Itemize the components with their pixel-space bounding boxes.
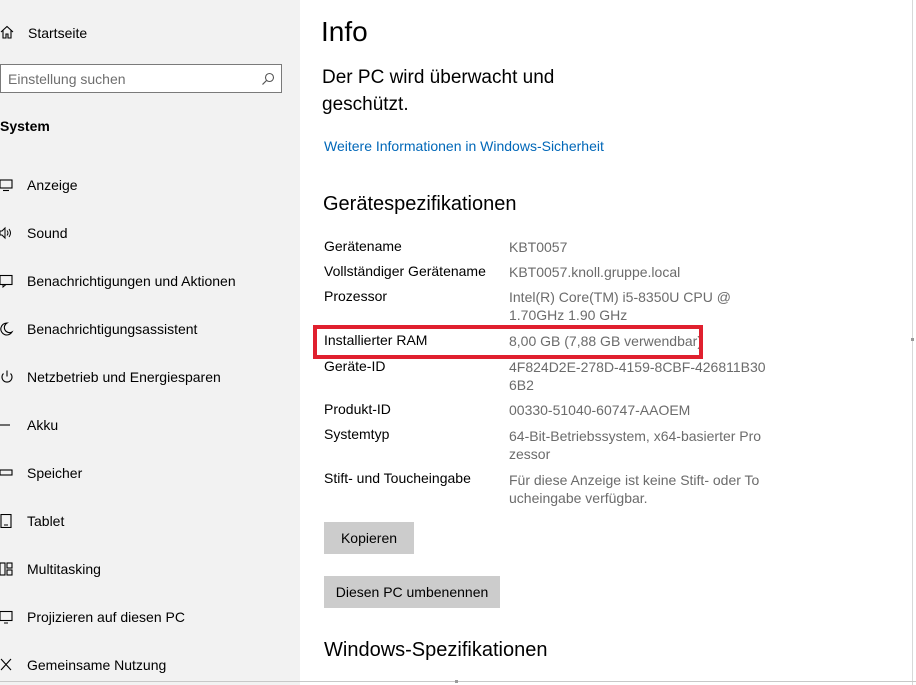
sidebar-item-label: Projizieren auf diesen PC xyxy=(27,609,185,625)
sidebar-item-label: Netzbetrieb und Energiesparen xyxy=(27,369,221,385)
sidebar-item-benachrichtigungen[interactable]: Benachrichtigungen und Aktionen xyxy=(0,266,300,296)
sidebar-item-label: Multitasking xyxy=(27,561,101,577)
spec-value: KBT0057 xyxy=(509,239,568,255)
battery-icon xyxy=(0,424,10,426)
sidebar-item-tablet[interactable]: Tablet xyxy=(0,506,300,536)
sidebar-item-label: Startseite xyxy=(28,25,88,41)
sidebar-item-multitasking[interactable]: Multitasking xyxy=(0,554,300,584)
windows-specs-heading: Windows-Spezifikationen xyxy=(324,639,548,661)
sidebar-item-label: Anzeige xyxy=(27,177,78,193)
main-content: Info Der PC wird überwacht und geschützt… xyxy=(300,0,912,685)
protection-status: Der PC wird überwacht und geschützt. xyxy=(322,67,555,115)
sidebar-item-label: Benachrichtigungen und Aktionen xyxy=(27,273,236,289)
sidebar-item-label: Speicher xyxy=(27,465,83,481)
spec-label: Produkt-ID xyxy=(324,401,391,417)
sidebar-item-assistent[interactable]: Benachrichtigungsassistent xyxy=(0,314,300,344)
spec-value: 64-Bit-Betriebssystem, x64-basierter Pro… xyxy=(509,428,762,462)
copy-button[interactable]: Kopieren xyxy=(324,522,414,554)
spec-value: Für diese Anzeige ist keine Stift- oder … xyxy=(509,472,760,506)
share-icon xyxy=(0,658,12,671)
spec-value: 00330-51040-60747-AAOEM xyxy=(509,402,691,418)
speaker-icon xyxy=(0,226,11,240)
sidebar-item-label: Akku xyxy=(27,417,59,433)
spec-label: Prozessor xyxy=(324,288,388,304)
display-icon xyxy=(0,179,13,192)
sidebar-item-akku[interactable]: Akku xyxy=(0,410,300,440)
sidebar-item-label: Sound xyxy=(27,225,68,241)
resize-handle[interactable] xyxy=(455,680,458,683)
tablet-icon xyxy=(0,514,12,528)
search-input[interactable]: Einstellung suchen xyxy=(0,64,282,93)
page-title: Info xyxy=(321,16,368,47)
multitasking-icon xyxy=(0,562,13,576)
storage-icon xyxy=(0,469,13,476)
project-icon xyxy=(0,610,13,624)
spec-label: Systemtyp xyxy=(324,426,390,442)
spec-label: Vollständiger Gerätename xyxy=(324,263,486,279)
sidebar-item-home[interactable]: Startseite xyxy=(0,20,300,46)
sidebar-item-projizieren[interactable]: Projizieren auf diesen PC xyxy=(0,602,300,632)
sidebar-item-label: Tablet xyxy=(27,513,65,529)
rename-pc-button[interactable]: Diesen PC umbenennen xyxy=(324,576,500,608)
sidebar-item-speicher[interactable]: Speicher xyxy=(0,458,300,488)
sidebar-item-label: Benachrichtigungsassistent xyxy=(27,321,198,337)
power-icon xyxy=(1,370,13,383)
window-bottom-edge xyxy=(0,681,916,682)
search-icon[interactable] xyxy=(261,72,275,86)
spec-value: 4F824D2E-278D-4159-8CBF-426811B306B2 xyxy=(509,359,766,393)
notification-icon xyxy=(0,274,13,288)
sidebar-item-anzeige[interactable]: Anzeige xyxy=(0,170,300,200)
home-icon xyxy=(0,25,14,39)
sidebar-item-gemeinsame-nutzung[interactable]: Gemeinsame Nutzung xyxy=(0,650,300,680)
resize-handle[interactable] xyxy=(911,338,914,341)
ram-highlight-box xyxy=(313,325,703,359)
sidebar-item-label: Gemeinsame Nutzung xyxy=(27,657,167,673)
section-title: System xyxy=(0,118,50,134)
spec-value: KBT0057.knoll.gruppe.local xyxy=(509,264,681,280)
spec-label: Stift- und Toucheingabe xyxy=(324,470,471,486)
window-edge xyxy=(912,0,913,685)
security-link[interactable]: Weitere Informationen in Windows-Sicherh… xyxy=(324,138,604,154)
spec-label: Geräte-ID xyxy=(324,358,386,374)
sidebar-item-netzbetrieb[interactable]: Netzbetrieb und Energiesparen xyxy=(0,362,300,392)
sidebar: Startseite Einstellung suchen System Anz… xyxy=(0,0,300,685)
sidebar-item-sound[interactable]: Sound xyxy=(0,218,300,248)
spec-value: Intel(R) Core(TM) i5-8350U CPU @ 1.70GHz… xyxy=(509,289,731,323)
specs-heading: Gerätespezifikationen xyxy=(323,193,517,215)
search-placeholder: Einstellung suchen xyxy=(8,71,126,87)
spec-label: Gerätename xyxy=(324,238,402,254)
moon-icon xyxy=(0,322,14,336)
